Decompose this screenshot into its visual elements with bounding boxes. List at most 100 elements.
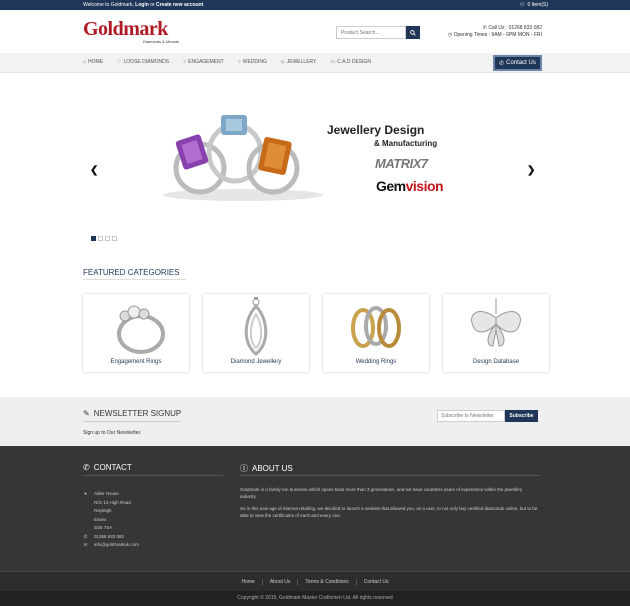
category-cards: Engagement Rings Diamond Jewellery Weddi…: [83, 294, 549, 372]
clock-icon: ◷: [447, 32, 453, 38]
about-paragraph-2: So in this new age of internet retailing…: [240, 506, 538, 518]
address-line: R/O 13 High Road: [94, 499, 131, 505]
login-link[interactable]: Login: [135, 2, 149, 8]
category-card-engagement-rings[interactable]: Engagement Rings: [83, 294, 189, 372]
gemvision-logo: Gemvision: [376, 178, 444, 194]
about-text: Goldmark is a family run business which …: [240, 487, 540, 525]
pencil-icon: ✎: [83, 409, 90, 418]
category-label: Diamond Jewellery: [230, 359, 282, 365]
monitor-icon: ▭: [330, 59, 336, 65]
nav-item-home[interactable]: ⌂ Home: [83, 59, 103, 65]
gem-text: Gem: [376, 178, 406, 194]
slide-title: Jewellery Design: [327, 123, 425, 137]
contact-details: ● Alder House R/O 13 High Road Rayleigh E…: [83, 490, 139, 550]
contact-heading: ✆ Contact: [83, 463, 132, 472]
featured-categories-title: Featured Categories: [83, 268, 180, 277]
contact-underline: [83, 475, 223, 476]
category-card-diamond-jewellery[interactable]: Diamond Jewellery: [203, 294, 309, 372]
footer-link-home[interactable]: Home: [234, 578, 263, 585]
matrix-logo: MATRIX7: [375, 156, 428, 171]
search-button[interactable]: [406, 26, 420, 39]
nav-item-wedding[interactable]: ○ Wedding: [238, 59, 267, 65]
slider-prev-button[interactable]: ❮: [90, 165, 98, 176]
phone-square-icon: ✆: [83, 463, 90, 472]
nav-label: Jewellery: [286, 59, 317, 65]
category-label: Engagement Rings: [110, 359, 162, 365]
featured-underline: [83, 279, 186, 280]
copyright: Copyright © 2015, Goldmark Master Crafts…: [0, 591, 630, 606]
hero-slider: ❮ ❯ Jewellery Design & Manufacturing MAT…: [83, 73, 542, 248]
newsletter-desc: Sign up to Our Newsletter.: [83, 430, 142, 436]
footer: ✆ Contact ● Alder House R/O 13 High Road …: [0, 446, 630, 571]
or-text: or: [150, 2, 155, 8]
heart-icon: ♡: [117, 59, 122, 65]
search-input[interactable]: [336, 26, 406, 39]
about-paragraph-1: Goldmark is a family run business which …: [240, 487, 523, 499]
butterfly-pendant-image: [471, 298, 521, 347]
cart-count: 0 Item(S): [527, 2, 548, 8]
slide-subtitle: & Manufacturing: [374, 139, 438, 148]
footer-link-about-us[interactable]: About Us: [263, 578, 299, 585]
about-heading-text: About Us: [252, 464, 293, 473]
header: Goldmark Diamonds & Mounts ✆ Call Us : 0…: [0, 10, 630, 53]
home-icon: ⌂: [83, 59, 87, 65]
slider-dot-2[interactable]: [98, 236, 103, 241]
address-line: Essex: [94, 516, 107, 522]
newsletter-title: ✎ Newsletter Signup: [83, 409, 181, 418]
address-line: SS6 7SA: [94, 525, 113, 530]
nav-label: Engagement: [188, 59, 224, 65]
nav-label: C.A.D Design: [337, 59, 372, 65]
ring-icon: ○: [237, 59, 241, 65]
newsletter-underline: [83, 421, 181, 422]
address-line: Alder House: [94, 491, 119, 496]
cart-link[interactable]: 🛒 0 Item(S): [520, 2, 548, 8]
contact-heading-text: Contact: [93, 463, 132, 472]
contact-us-button[interactable]: ✆ Contact Us: [493, 55, 542, 71]
nav-item-jewellery[interactable]: ◇ Jewellery: [281, 59, 317, 65]
nav-label: Home: [88, 59, 104, 65]
footer-link-contact-us[interactable]: Contact Us: [357, 579, 396, 585]
nav-item-engagement[interactable]: ○ Engagement: [183, 59, 224, 65]
newsletter-form: Subscribe: [437, 410, 538, 422]
about-heading: ⓘ About Us: [240, 463, 293, 474]
category-label: Design Database: [472, 359, 520, 365]
category-card-design-database[interactable]: Design Database: [443, 294, 549, 372]
contact-email[interactable]: info@goldmarkuk.com: [94, 541, 139, 550]
map-marker-icon: ●: [84, 491, 87, 496]
welcome-prefix: Welcome to Goldmark,: [83, 2, 134, 8]
category-card-wedding-rings[interactable]: Wedding Rings: [323, 294, 429, 372]
vision-text: vision: [405, 178, 444, 194]
logo-subtitle: Diamonds & Mounts: [143, 39, 180, 44]
info-circle-icon: ⓘ: [240, 464, 248, 473]
slider-next-button[interactable]: ❯: [527, 165, 535, 176]
product-search: [336, 26, 420, 39]
rings-image: [163, 115, 323, 201]
logo-text: Goldmark: [83, 18, 168, 40]
nav-label: Loose Diamonds: [123, 59, 170, 65]
nav-label: Wedding: [242, 59, 267, 65]
logo[interactable]: Goldmark Diamonds & Mounts: [83, 18, 203, 44]
cart-icon: 🛒: [519, 2, 527, 8]
newsletter-title-text: Newsletter Signup: [93, 409, 182, 418]
newsletter-email-input[interactable]: [437, 410, 505, 422]
main-nav: ⌂ Home ♡ Loose Diamonds ○ Engagement ○ Weddi…: [0, 53, 630, 73]
slider-dots: [91, 236, 117, 241]
create-account-link[interactable]: Create new account: [156, 2, 203, 8]
footer-links: Home About Us Terms & Conditions Contact…: [0, 571, 630, 591]
wedding-rings-image: [351, 306, 401, 348]
welcome-text: Welcome to Goldmark, Login or Create new…: [83, 2, 203, 8]
phone-icon: ✆: [499, 60, 505, 67]
slider-dot-1[interactable]: [91, 236, 96, 241]
newsletter-section: ✎ Newsletter Signup Sign up to Our Newsl…: [0, 397, 630, 446]
footer-link-terms[interactable]: Terms & Conditions: [298, 578, 357, 585]
slider-dot-3[interactable]: [105, 236, 110, 241]
nav-item-cad-design[interactable]: ▭ C.A.D Design: [330, 59, 371, 65]
contact-us-label: Contact Us: [506, 60, 536, 66]
diamond-icon: ◇: [280, 59, 285, 65]
top-bar: Welcome to Goldmark, Login or Create new…: [0, 0, 630, 10]
envelope-icon: ✉: [83, 542, 88, 547]
slider-dot-4[interactable]: [112, 236, 117, 241]
contact-phone: 01268 833 082: [94, 533, 125, 539]
subscribe-button[interactable]: Subscribe: [505, 410, 538, 422]
nav-item-loose-diamonds[interactable]: ♡ Loose Diamonds: [117, 59, 169, 65]
